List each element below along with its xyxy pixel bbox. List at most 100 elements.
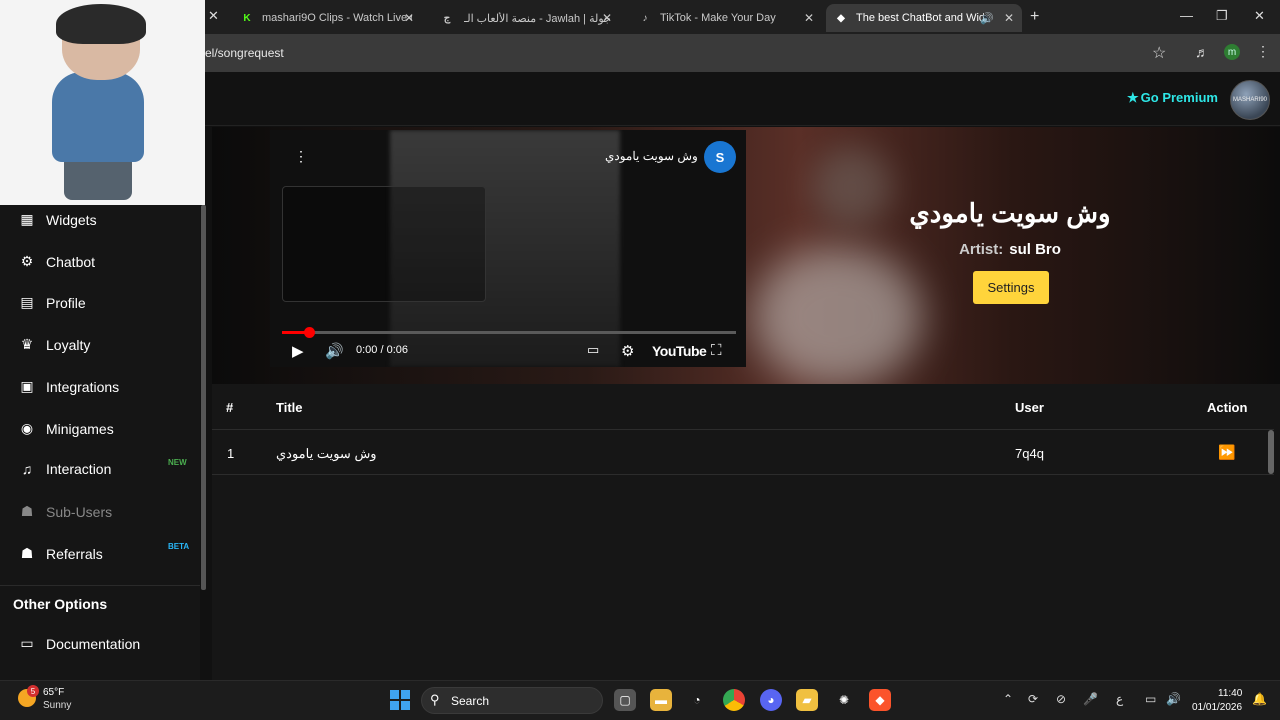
column-header-title: Title [276,400,303,415]
close-icon[interactable]: ✕ [602,11,612,25]
sidebar-item-minigames[interactable]: ◉ Minigames [18,420,198,437]
app-icon[interactable]: ▰ [796,689,818,711]
go-premium-link[interactable]: ★ Go Premium [1127,90,1218,106]
profile-avatar[interactable]: m [1224,44,1240,60]
speaker-icon[interactable]: 🔊 [980,12,994,25]
sidebar-item-chatbot[interactable]: ⚙ Chatbot [18,253,198,270]
weather-temperature[interactable]: 65°F [43,687,64,698]
sidebar-item-label: Loyalty [46,336,91,353]
tab-close-icon[interactable]: ✕ [208,8,219,24]
close-icon[interactable]: ✕ [404,11,414,25]
chrome-icon[interactable] [723,689,745,711]
file-explorer-icon[interactable]: ▬ [650,689,672,711]
sidebar-item-profile[interactable]: ▤ Profile [18,294,198,311]
sync-icon[interactable]: ⟳ [1028,692,1038,706]
column-header-number: # [226,400,234,415]
music-icon: ♫ [21,461,33,477]
settings-button[interactable]: Settings [973,271,1049,304]
sidebar-scrollbar[interactable] [201,205,206,590]
browser-menu-icon[interactable]: ⋮ [1256,43,1270,60]
youtube-logo[interactable]: YouTube [652,343,707,359]
chevron-up-icon[interactable]: ⌃ [1003,692,1013,706]
jawlah-icon: ج [443,12,451,24]
taskbar-search-box[interactable] [421,687,603,714]
time-display: 0:00 / 0:06 [356,344,408,356]
tab-tiktok[interactable]: ♪ TikTok - Make Your Day ✕ [630,4,822,32]
tab-jawlah[interactable]: ج منصة الألعاب الـ - Jawlah | جولة ✕ [430,4,620,32]
display-icon[interactable]: ▭ [1145,692,1156,706]
task-view-icon[interactable]: ▢ [614,689,636,711]
new-tab-button[interactable]: + [1030,8,1039,26]
table-scrollbar[interactable] [1268,430,1274,474]
clock-date[interactable]: 01/01/2026 [1192,702,1242,713]
user-avatar[interactable]: MASHARI90 [1230,80,1270,120]
new-badge: NEW [168,458,187,467]
user-group-icon: ☗ [20,545,34,561]
sidebar-item-widgets[interactable]: ▦ Widgets [18,211,198,228]
other-options-heading: Other Options [13,596,108,612]
channel-avatar[interactable]: S [704,141,736,173]
volume-icon[interactable]: 🔊 [1166,692,1181,706]
media-control-icon[interactable]: ♬ [1195,44,1209,60]
tab-title: The best ChatBot and Widg [856,12,984,24]
volume-icon[interactable]: 🔊 [325,342,344,360]
tab-title: TikTok - Make Your Day [660,12,776,24]
tab-kick[interactable]: K mashari9O Clips - Watch Live o ✕ [232,4,422,32]
steelseries-icon[interactable]: ✺ [833,689,855,711]
tab-title: mashari9O Clips - Watch Live o [262,12,412,24]
minimize-button[interactable]: — [1180,8,1193,23]
microphone-icon[interactable]: 🎤 [1083,692,1098,706]
sidebar-item-label: Profile [46,294,86,311]
beta-badge: BETA [168,542,190,551]
sidebar-item-label: Interaction [46,461,112,477]
language-indicator[interactable]: ع [1116,692,1123,706]
weather-badge: 5 [27,685,39,697]
gamepad-icon: ◉ [20,420,34,436]
progress-track[interactable] [282,331,736,334]
sidebar-item-label: Chatbot [46,253,96,270]
sidebar-item-integrations[interactable]: ▣ Integrations [18,378,198,395]
column-header-action: Action [1207,400,1248,415]
tiktok-icon: ♪ [642,12,648,24]
webcam-figure-hair [56,4,146,44]
star-icon: ★ [1127,90,1139,105]
skip-forward-icon[interactable]: ⏩ [1218,444,1235,461]
sidebar-divider [0,585,200,586]
id-card-icon: ▤ [20,294,34,310]
robot-icon: ⚙ [20,253,34,269]
bookmark-star-icon[interactable]: ☆ [1152,43,1166,63]
sidebar-item-documentation[interactable]: ▭ Documentation [18,635,198,652]
player-video-title[interactable]: وش سويت يامودي [605,149,698,163]
clock-time[interactable]: 11:40 [1218,688,1242,699]
windows-logo-pane [401,690,410,699]
captions-icon[interactable]: ▭ [587,342,599,358]
play-icon[interactable]: ▶ [292,342,304,360]
sidebar-item-label: Documentation [46,635,141,652]
song-title: وش سويت يامودي [909,198,1111,228]
sidebar-item-loyalty[interactable]: ♛ Loyalty [18,336,198,353]
go-premium-label: Go Premium [1140,90,1218,105]
tab-botrix[interactable]: ◆ The best ChatBot and Widg 🔊 ✕ [826,4,1022,32]
discord-icon[interactable]: ◕ [760,689,782,711]
artist-label: Artist: [959,241,1004,258]
grid-icon: ▦ [20,211,34,227]
brave-icon[interactable]: ◆ [869,689,891,711]
start-button[interactable] [390,690,410,710]
sidebar-item-label: Sub-Users [46,503,113,520]
weather-description[interactable]: Sunny [43,700,71,711]
windows-logo-pane [401,701,410,710]
player-more-icon[interactable]: ⋮ [294,148,308,165]
restore-button[interactable]: ❐ [1216,8,1228,24]
network-off-icon[interactable]: ⊘ [1056,692,1066,706]
notification-icon[interactable]: 🔔 [1252,692,1267,706]
obs-icon[interactable]: ◔ [686,689,708,711]
close-icon[interactable]: ✕ [804,11,814,25]
fullscreen-icon[interactable]: ⛶ [711,342,722,359]
sidebar-item-sub-users[interactable]: ☗ Sub-Users [18,503,198,520]
webcam-figure-body [52,72,144,162]
close-window-button[interactable]: ✕ [1254,8,1265,24]
webcam-overlay [0,0,205,205]
close-icon[interactable]: ✕ [1004,11,1014,25]
url-field[interactable]: el/songrequest [205,46,284,60]
settings-gear-icon[interactable]: ⚙ [621,342,634,360]
